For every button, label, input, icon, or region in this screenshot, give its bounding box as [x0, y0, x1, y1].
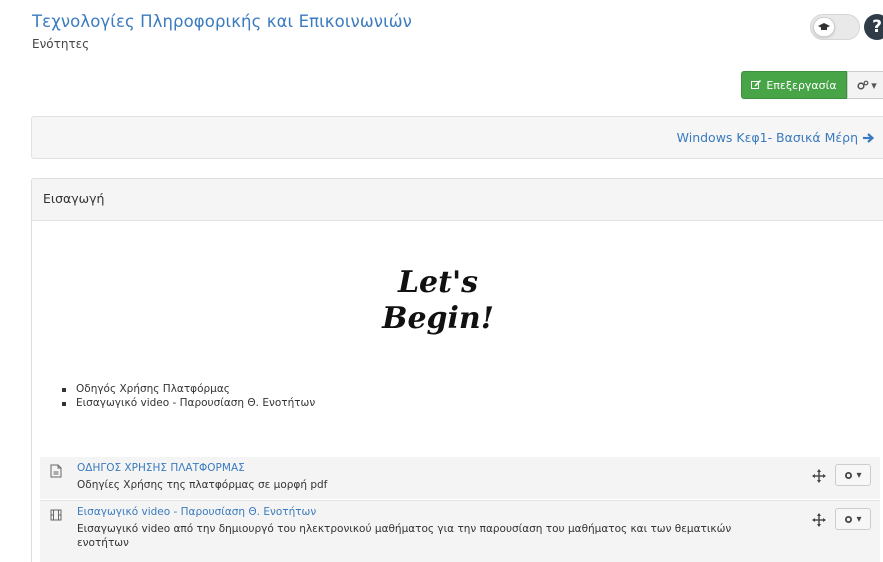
gear-icon [845, 515, 853, 523]
list-item: Οδηγός Χρήσης Πλατφόρμας [62, 383, 315, 397]
settings-dropdown-button[interactable]: ▾ [847, 71, 883, 99]
svg-text:Begin!: Begin! [381, 301, 494, 336]
svg-text:Let's: Let's [397, 265, 478, 300]
chevron-down-icon: ▾ [871, 78, 877, 92]
question-circle-icon[interactable]: ? [864, 14, 883, 40]
resource-actions-button[interactable]: ▾ [835, 508, 871, 530]
edit-button[interactable]: Επεξεργασία [741, 71, 847, 99]
list-item: Εισαγωγικό video - Παρουσίαση Θ. Ενοτήτω… [62, 397, 315, 411]
move-icon[interactable] [812, 513, 826, 527]
gears-icon [857, 80, 869, 90]
section-title: Εισαγωγή [32, 179, 883, 221]
move-icon[interactable] [812, 469, 826, 483]
resource-link[interactable]: Εισαγωγικό video - Παρουσίαση Θ. Ενοτήτω… [77, 506, 316, 518]
chevron-down-icon: ▾ [856, 469, 862, 481]
video-file-icon [50, 509, 62, 521]
student-view-toggle[interactable] [810, 14, 860, 40]
edit-icon [751, 80, 762, 89]
resource-row: Εισαγωγικό video - Παρουσίαση Θ. Ενοτήτω… [40, 501, 880, 562]
gear-icon [845, 471, 853, 479]
lets-begin-logo-image: Let's Begin! [381, 265, 494, 336]
chevron-down-icon: ▾ [856, 513, 862, 525]
pdf-file-icon [50, 464, 62, 478]
resource-row: ΟΔΗΓΟΣ ΧΡΗΣΗΣ ΠΛΑΤΦΟΡΜΑΣ Οδηγίες Χρήσης … [40, 457, 880, 499]
intro-bullet-list: Οδηγός Χρήσης Πλατφόρμας Εισαγωγικό vide… [62, 383, 315, 410]
page-subtitle: Ενότητες [32, 37, 90, 51]
arrow-right-icon [863, 132, 874, 143]
page-title: Τεχνολογίες Πληροφορικής και Επικοινωνιώ… [32, 12, 412, 31]
resource-description: Εισαγωγικό video από την δημιουργό του η… [77, 523, 732, 549]
resource-link[interactable]: ΟΔΗΓΟΣ ΧΡΗΣΗΣ ΠΛΑΤΦΟΡΜΑΣ [77, 462, 245, 474]
resource-actions-button[interactable]: ▾ [835, 464, 871, 486]
next-section-label: Windows Κεφ1- Βασικά Μέρη [676, 130, 858, 145]
next-section-link[interactable]: Windows Κεφ1- Βασικά Μέρη [677, 130, 874, 145]
resource-description: Οδηγίες Χρήσης της πλατφόρμας σε μορφή p… [77, 479, 328, 491]
edit-button-label: Επεξεργασία [766, 78, 837, 92]
graduation-cap-icon [813, 17, 835, 37]
section-navigation: Windows Κεφ1- Βασικά Μέρη [31, 116, 883, 159]
